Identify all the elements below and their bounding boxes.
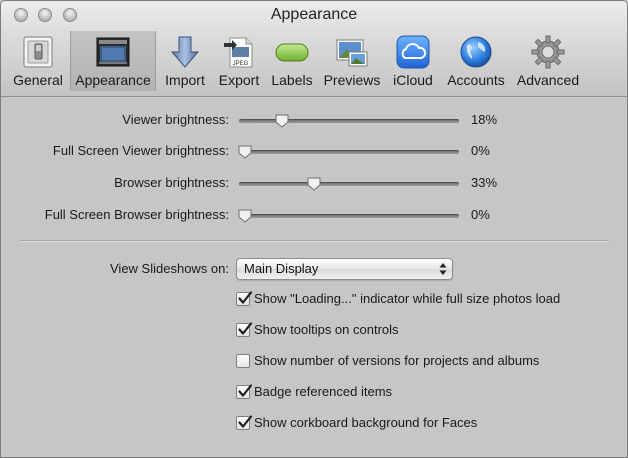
fullscreen-viewer-brightness-label: Full Screen Viewer brightness: bbox=[52, 143, 229, 158]
previews-icon bbox=[336, 39, 368, 67]
slider-knob[interactable] bbox=[307, 177, 321, 191]
slider-knob[interactable] bbox=[275, 114, 289, 128]
fullscreen-browser-brightness-slider[interactable] bbox=[239, 214, 459, 218]
toolbar-advanced[interactable]: Advanced bbox=[513, 31, 583, 91]
fullscreen-viewer-brightness-slider[interactable] bbox=[239, 150, 459, 154]
toolbar-label: Import bbox=[165, 72, 205, 88]
toolbar-icloud[interactable]: iCloud bbox=[387, 31, 439, 91]
slider-knob[interactable] bbox=[238, 209, 252, 223]
viewer-brightness-slider[interactable] bbox=[239, 119, 459, 123]
checkbox[interactable] bbox=[236, 322, 253, 337]
slider-knob[interactable] bbox=[238, 145, 252, 159]
fullscreen-viewer-brightness-value: 0% bbox=[471, 143, 490, 158]
checkbox[interactable] bbox=[236, 354, 250, 368]
toolbar-label: General bbox=[13, 72, 63, 88]
option-label: Show tooltips on controls bbox=[254, 322, 399, 337]
toolbar-general[interactable]: General bbox=[9, 31, 67, 91]
viewer-brightness-label: Viewer brightness: bbox=[122, 112, 229, 127]
browser-brightness-label: Browser brightness: bbox=[114, 175, 229, 190]
option-label: Show corkboard background for Faces bbox=[254, 415, 478, 430]
toolbar-export[interactable]: JPEG Export bbox=[214, 31, 264, 91]
gear-icon bbox=[531, 35, 565, 69]
jpeg-export-icon: JPEG bbox=[224, 37, 253, 68]
option-label: Badge referenced items bbox=[254, 384, 393, 399]
option-label: Show number of versions for projects and… bbox=[254, 353, 540, 368]
updown-arrows-icon bbox=[439, 263, 447, 275]
icloud-icon bbox=[396, 35, 430, 69]
viewer-brightness-value: 18% bbox=[471, 112, 498, 127]
globe-icon bbox=[460, 36, 492, 68]
toolbar-label: Appearance bbox=[75, 72, 151, 88]
fullscreen-browser-brightness-label: Full Screen Browser brightness: bbox=[44, 207, 229, 222]
browser-brightness-slider[interactable] bbox=[239, 182, 459, 186]
titlebar-toolbar: Appearance General Appearance Import JPE… bbox=[1, 1, 627, 97]
green-label-icon bbox=[275, 43, 309, 62]
toolbar-accounts[interactable]: Accounts bbox=[442, 31, 510, 91]
toolbar-appearance[interactable]: Appearance bbox=[70, 31, 156, 91]
checkmark-icon bbox=[238, 291, 253, 304]
toolbar-import[interactable]: Import bbox=[159, 31, 211, 91]
toolbar-label: iCloud bbox=[393, 72, 433, 88]
option-label: Show "Loading..." indicator while full s… bbox=[254, 291, 561, 306]
appearance-pane: Viewer brightness: 18% Full Screen Viewe… bbox=[1, 97, 627, 457]
fullscreen-browser-brightness-value: 0% bbox=[471, 207, 490, 222]
checkbox[interactable] bbox=[236, 415, 253, 430]
checkbox[interactable] bbox=[236, 384, 253, 399]
import-arrow-icon bbox=[170, 36, 200, 68]
svg-text:JPEG: JPEG bbox=[233, 61, 249, 67]
toolbar-label: Export bbox=[218, 72, 260, 88]
window-title: Appearance bbox=[270, 6, 358, 23]
checkmark-icon bbox=[238, 322, 253, 335]
toolbar-label: Accounts bbox=[447, 72, 505, 88]
separator bbox=[19, 240, 609, 242]
toolbar-label: Previews bbox=[323, 72, 381, 88]
checkmark-icon bbox=[238, 384, 253, 397]
slideshows-display-popup[interactable]: Main Display bbox=[236, 258, 453, 280]
preferences-window: Appearance General Appearance Import JPE… bbox=[0, 0, 628, 458]
checkmark-icon bbox=[238, 415, 253, 428]
display-icon bbox=[96, 37, 130, 67]
popup-selected-value: Main Display bbox=[244, 261, 319, 276]
browser-brightness-value: 33% bbox=[471, 175, 498, 190]
switch-icon bbox=[23, 36, 53, 68]
checkbox[interactable] bbox=[236, 291, 253, 306]
toolbar-label: Labels bbox=[271, 72, 313, 88]
toolbar-previews[interactable]: Previews bbox=[320, 31, 384, 91]
toolbar-labels[interactable]: Labels bbox=[267, 31, 317, 91]
view-slideshows-label: View Slideshows on: bbox=[110, 261, 229, 276]
toolbar-label: Advanced bbox=[516, 72, 580, 88]
